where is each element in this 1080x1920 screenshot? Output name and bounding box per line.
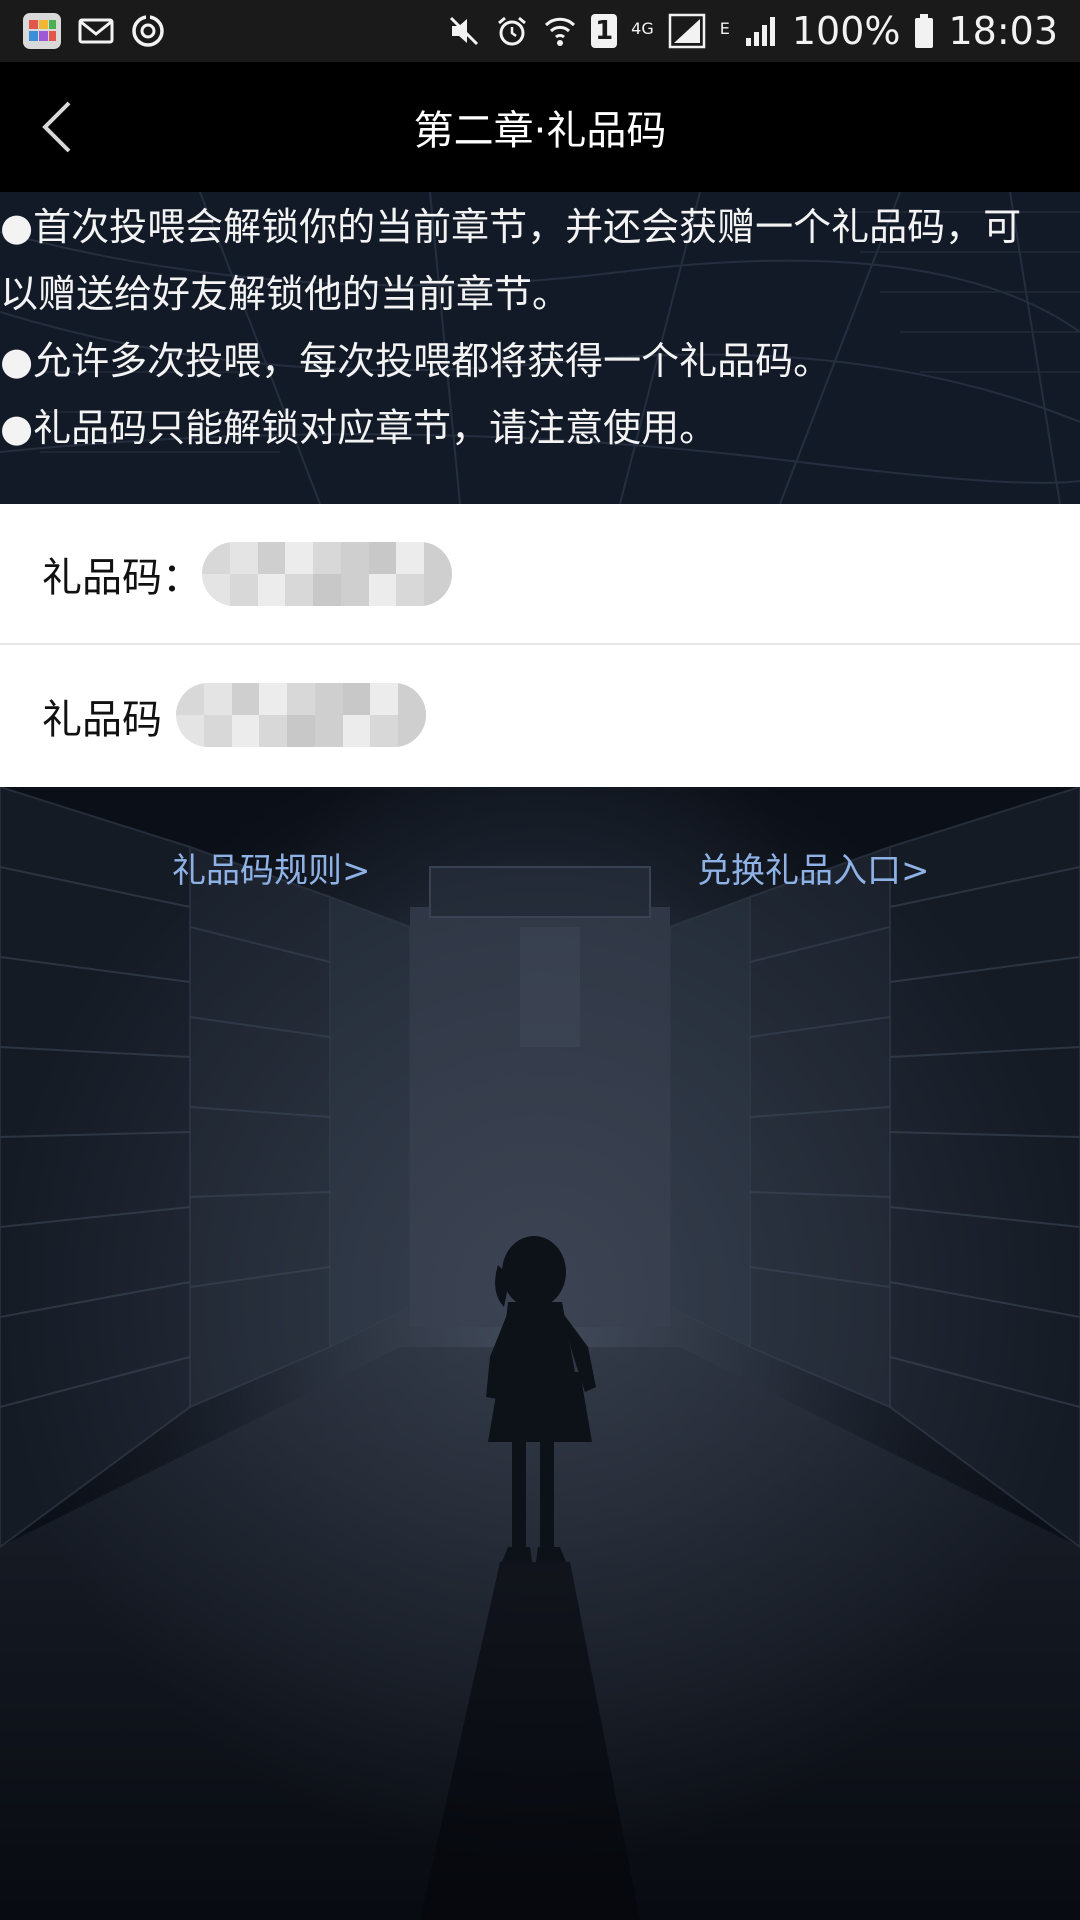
mail-icon bbox=[78, 18, 114, 44]
library-illustration: 礼品码规则> 兑换礼品入口> bbox=[0, 787, 1080, 1920]
gift-code-rules-link[interactable]: 礼品码规则> bbox=[172, 843, 371, 892]
battery-percent: 100% bbox=[791, 9, 901, 53]
clock: 18:03 bbox=[948, 9, 1058, 53]
sim1-icon: 1 bbox=[591, 14, 618, 48]
gift-code-row[interactable]: 礼品码： bbox=[0, 504, 1080, 645]
gift-code-list: 礼品码： 礼品码 bbox=[0, 504, 1080, 787]
gift-code-row[interactable]: 礼品码 bbox=[0, 645, 1080, 786]
rules-text: ●首次投喂会解锁你的当前章节，并还会获赠一个礼品码，可 以赠送给好友解锁他的当前… bbox=[0, 192, 1080, 462]
sim1-label: 1 bbox=[595, 16, 614, 46]
app-grid-icon bbox=[23, 13, 61, 49]
redeem-gift-link[interactable]: 兑换礼品入口> bbox=[697, 843, 930, 892]
screen: 1 4G E 100% 18:03 第二章·礼品码 ●首次投喂会解锁你的当前章节… bbox=[0, 0, 1080, 1920]
rules-section: ●首次投喂会解锁你的当前章节，并还会获赠一个礼品码，可 以赠送给好友解锁他的当前… bbox=[0, 192, 1080, 504]
alarm-icon bbox=[498, 16, 527, 46]
signal-e-icon bbox=[745, 17, 775, 46]
mute-icon bbox=[450, 16, 479, 46]
system-icons: 1 4G E 100% 18:03 bbox=[447, 9, 1058, 53]
status-bar: 1 4G E 100% 18:03 bbox=[0, 0, 1080, 62]
page-title: 第二章·礼品码 bbox=[413, 108, 667, 154]
sync-icon bbox=[132, 15, 164, 47]
wifi-icon bbox=[545, 17, 576, 46]
battery-icon bbox=[915, 14, 934, 48]
rule-line: ●礼品码只能解锁对应章节，请注意使用。 bbox=[0, 406, 718, 450]
redacted-code bbox=[176, 683, 426, 747]
rule-line: ●允许多次投喂，每次投喂都将获得一个礼品码。 bbox=[0, 339, 832, 383]
gift-code-label: 礼品码 bbox=[42, 696, 162, 743]
network-e-label: E bbox=[719, 19, 730, 38]
rule-line: ●首次投喂会解锁你的当前章节，并还会获赠一个礼品码，可 bbox=[0, 205, 1022, 249]
network-4g-label: 4G bbox=[631, 19, 654, 38]
signal-4g-icon bbox=[668, 13, 705, 49]
notification-icons bbox=[22, 11, 166, 51]
gift-code-label: 礼品码： bbox=[42, 554, 202, 601]
redacted-code bbox=[202, 542, 452, 606]
nav-bar: 第二章·礼品码 bbox=[0, 62, 1080, 192]
rule-line: 以赠送给好友解锁他的当前章节。 bbox=[0, 272, 571, 316]
library-background-art bbox=[0, 787, 1080, 1920]
